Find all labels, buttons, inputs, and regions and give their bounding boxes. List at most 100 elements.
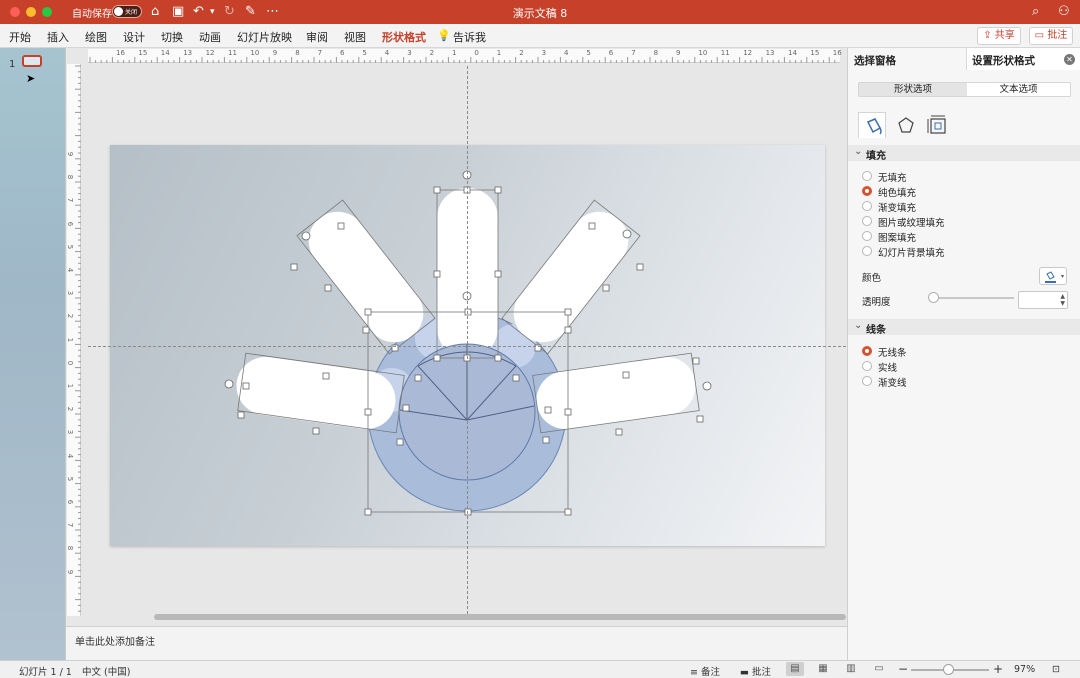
color-picker-button[interactable] [1039,267,1067,285]
comments-button[interactable]: ▭ 批注 [1029,27,1073,45]
reading-view-icon[interactable]: ▥ [842,662,860,676]
format-shape-tab[interactable]: 设置形状格式 ✕ [966,48,1080,70]
minimize-window-button[interactable] [26,7,36,17]
resize-handle[interactable] [512,374,520,382]
tab-draw[interactable]: 绘图 [85,29,107,45]
size-properties-tab[interactable] [924,112,952,138]
resize-handle[interactable] [494,270,502,278]
resize-handle[interactable] [433,186,441,194]
tab-animations[interactable]: 动画 [199,29,221,45]
rotate-handle[interactable] [622,229,632,239]
more-icon[interactable]: ⋯ [266,3,279,21]
normal-view-icon[interactable]: ▤ [786,662,804,676]
fill-line-tab[interactable] [858,112,886,138]
resize-handle[interactable] [242,382,250,390]
shape-options-tab[interactable]: 形状选项 [859,83,967,96]
tab-review[interactable]: 审阅 [306,29,328,45]
resize-handle[interactable] [290,263,298,271]
resize-handle[interactable] [564,326,572,334]
stepper-arrows-icon[interactable]: ▲ ▼ [1060,293,1065,307]
resize-handle[interactable] [696,415,704,423]
effects-tab[interactable] [892,112,920,138]
slide-sorter-icon[interactable]: ▦ [814,662,832,676]
resize-handle[interactable] [414,374,422,382]
undo-icon[interactable]: ↶ [193,3,204,21]
tab-slideshow[interactable]: 幻灯片放映 [237,29,292,45]
resize-handle[interactable] [364,308,372,316]
tab-design[interactable]: 设计 [123,29,145,45]
transparency-slider-track[interactable] [932,297,1014,299]
zoom-level[interactable]: 97% [1014,664,1035,675]
resize-handle[interactable] [312,427,320,435]
close-window-button[interactable] [10,7,20,17]
share-button[interactable]: ⇪ 共享 [977,27,1021,45]
resize-handle[interactable] [433,270,441,278]
resize-handle[interactable] [544,406,552,414]
resize-handle[interactable] [588,222,596,230]
close-icon[interactable]: ✕ [1064,54,1075,65]
resize-handle[interactable] [337,222,345,230]
rotate-handle[interactable] [702,381,712,391]
customize-icon[interactable]: ✎ [245,3,256,21]
resize-handle[interactable] [494,186,502,194]
tab-shape-format[interactable]: 形状格式 [382,29,426,45]
resize-handle[interactable] [364,408,372,416]
resize-handle[interactable] [402,404,410,412]
resize-handle[interactable] [237,411,245,419]
resize-handle[interactable] [464,308,472,316]
account-icon[interactable]: ⚇ [1058,3,1070,21]
resize-handle[interactable] [692,357,700,365]
finger-shape-right[interactable] [533,353,700,433]
finger-shape-left[interactable] [233,353,400,433]
resize-handle[interactable] [396,438,404,446]
tab-tell-me[interactable]: 告诉我 [453,29,486,45]
horizontal-guide[interactable] [88,346,846,347]
resize-handle[interactable] [362,326,370,334]
fit-to-window-icon[interactable]: ⊡ [1052,664,1060,675]
resize-handle[interactable] [602,284,610,292]
resize-handle[interactable] [324,284,332,292]
zoom-out-icon[interactable]: − [898,662,908,676]
rotate-handle[interactable] [224,379,234,389]
zoom-slider-knob[interactable] [943,664,954,675]
slide-thumbnail[interactable] [22,55,42,67]
tab-transitions[interactable]: 切换 [161,29,183,45]
search-icon[interactable]: ⌕ [1032,3,1039,21]
resize-handle[interactable] [636,263,644,271]
autosave-toggle[interactable]: 关闭 [112,5,142,18]
tab-view[interactable]: 视图 [344,29,366,45]
notes-pane[interactable]: 单击此处添加备注 [66,626,847,660]
resize-handle[interactable] [364,508,372,516]
resize-handle[interactable] [464,508,472,516]
zoom-in-icon[interactable]: + [993,662,1003,676]
line-section-header[interactable]: ⌄ 线条 [848,319,1080,336]
selected-shapes[interactable] [66,48,847,626]
resize-handle[interactable] [564,408,572,416]
save-icon[interactable]: ▣ [172,3,184,21]
resize-handle[interactable] [542,436,550,444]
fill-section-header[interactable]: ⌄ 填充 [848,145,1080,162]
resize-handle[interactable] [433,354,441,362]
resize-handle[interactable] [494,354,502,362]
language-indicator[interactable]: 中文 (中国) [82,664,130,678]
horizontal-scrollbar[interactable] [154,614,846,620]
resize-handle[interactable] [615,428,623,436]
transparency-slider-knob[interactable] [928,292,939,303]
undo-dropdown-icon[interactable]: ▾ [210,3,215,21]
tab-home[interactable]: 开始 [9,29,31,45]
comments-toggle[interactable]: ▬ 批注 [740,664,771,678]
notes-placeholder[interactable]: 单击此处添加备注 [75,633,155,648]
selection-pane-tab[interactable]: 选择窗格 [854,53,896,68]
text-options-tab[interactable]: 文本选项 [967,83,1070,96]
notes-toggle[interactable]: ≡ 备注 [690,664,720,678]
resize-handle[interactable] [564,508,572,516]
resize-handle[interactable] [622,371,630,379]
redo-icon[interactable]: ↻ [224,3,235,21]
slideshow-view-icon[interactable]: ▭ [870,662,888,676]
transparency-input[interactable]: ▲ ▼ [1018,291,1068,309]
tab-insert[interactable]: 插入 [47,29,69,45]
rotate-handle[interactable] [301,231,311,241]
home-icon[interactable]: ⌂ [151,3,159,21]
vertical-guide[interactable] [467,66,468,614]
resize-handle[interactable] [564,308,572,316]
